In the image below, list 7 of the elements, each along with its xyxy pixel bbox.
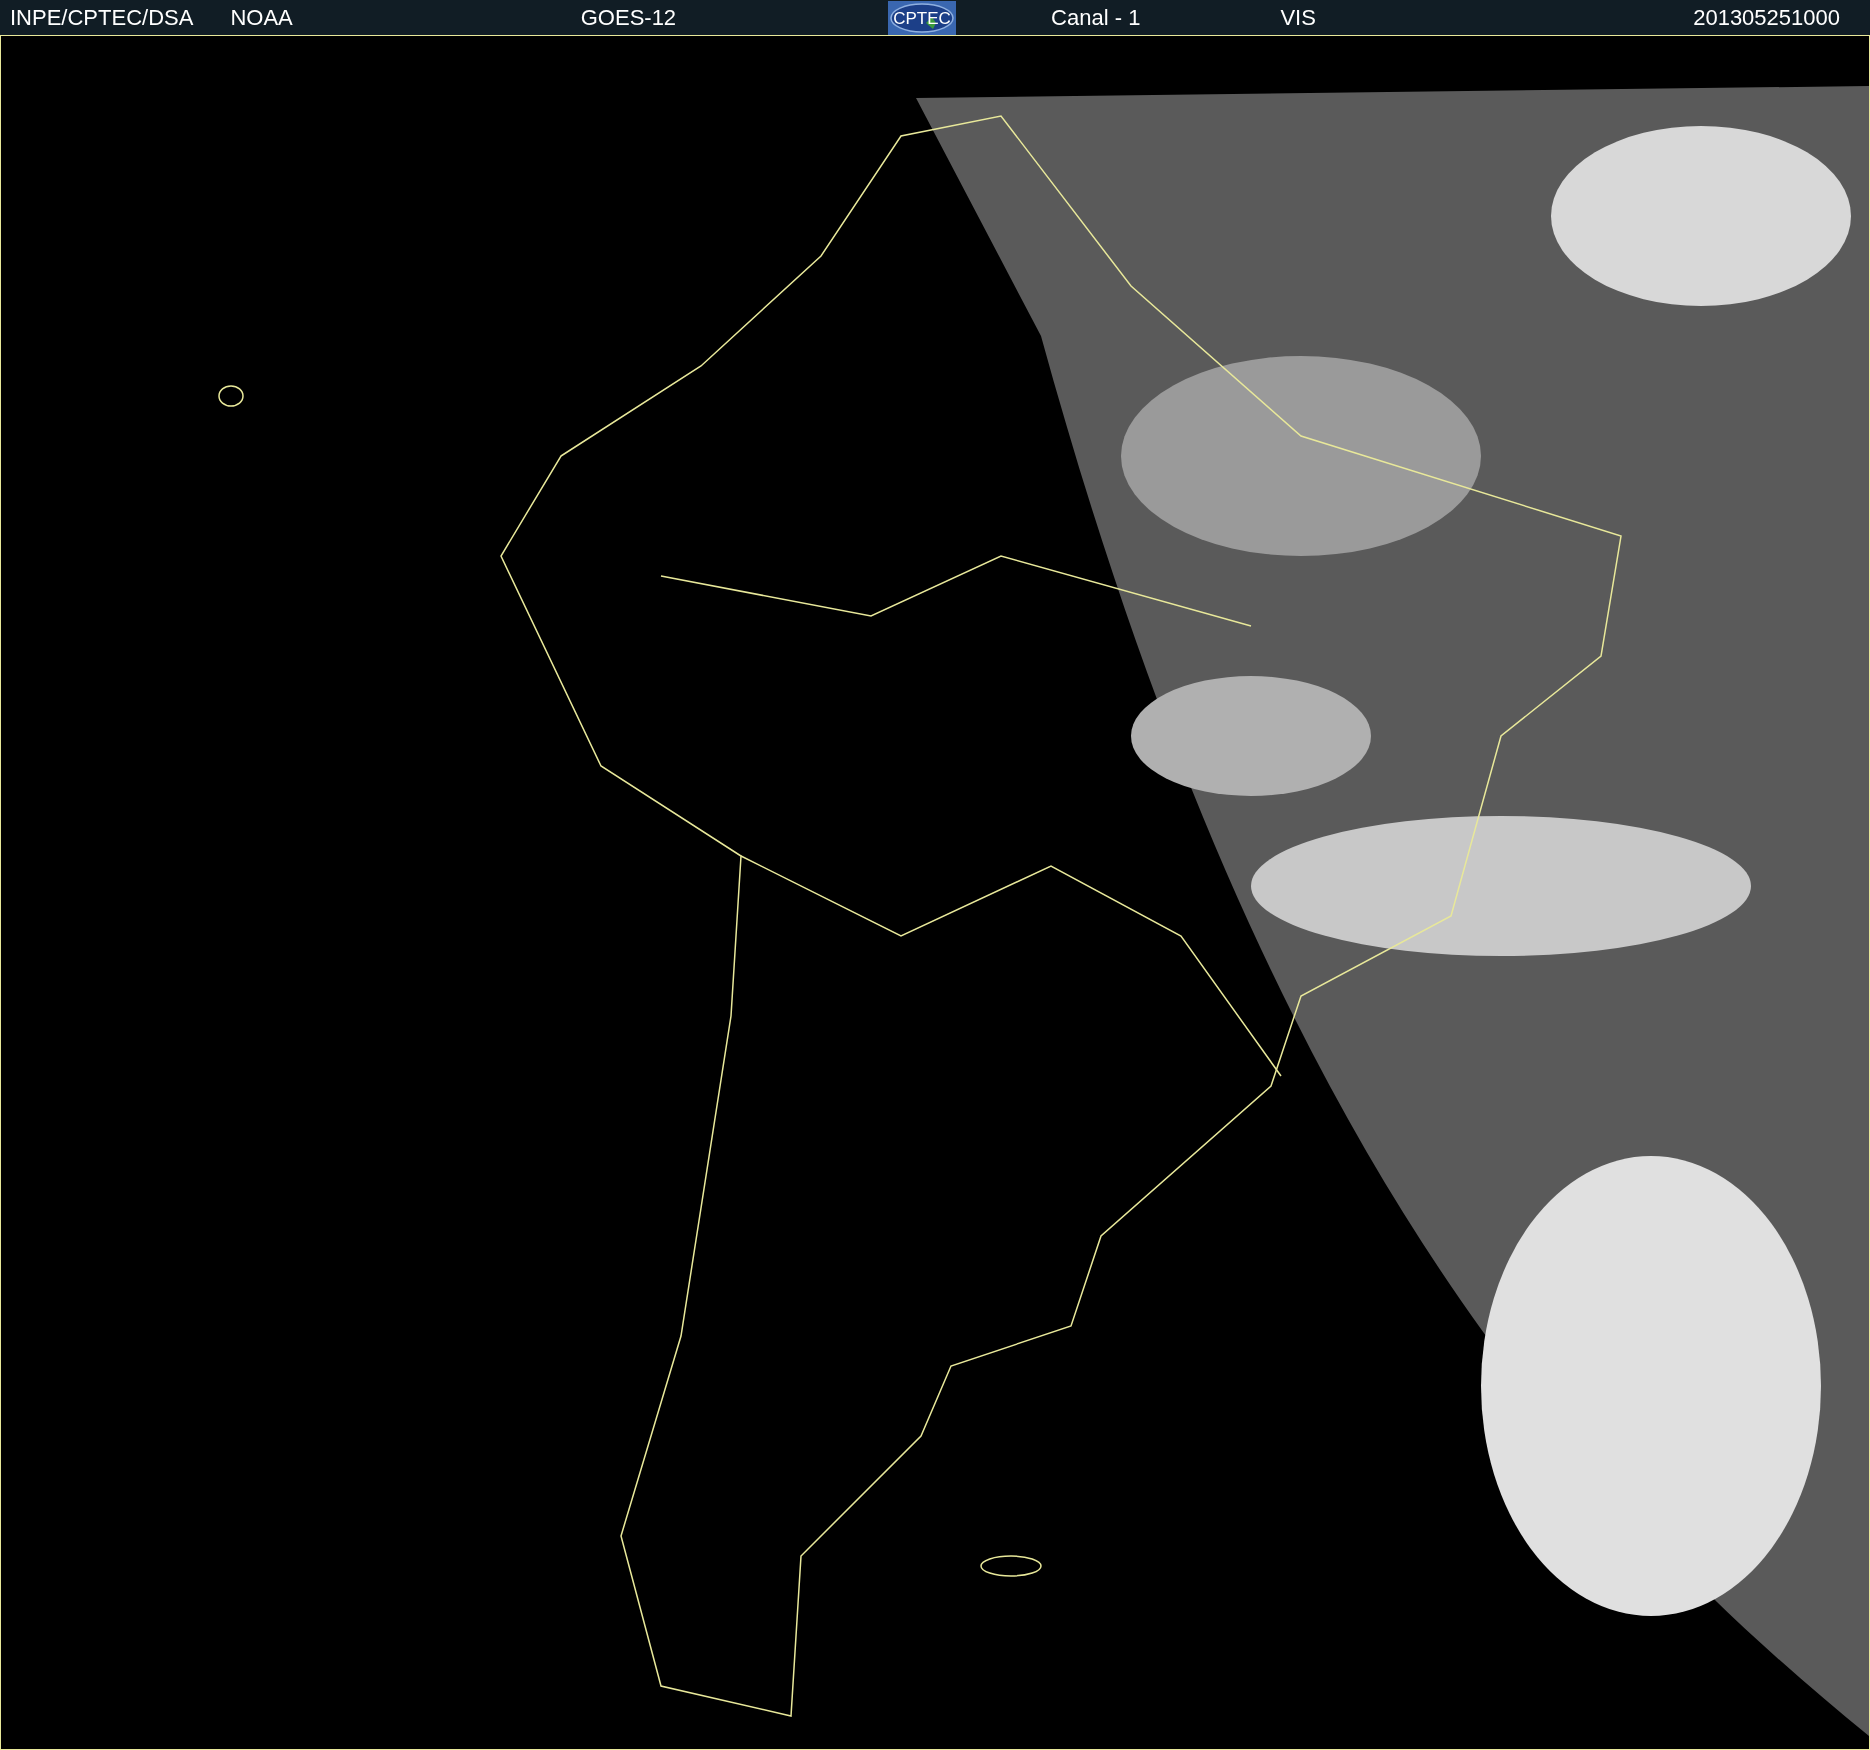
timestamp-label: 201305251000 <box>1693 4 1840 31</box>
agency-label: NOAA <box>230 4 293 31</box>
logo: CPTEC <box>888 0 957 35</box>
source-label: INPE/CPTEC/DSA <box>10 4 194 31</box>
channel-label: Canal - 1 <box>1051 4 1141 31</box>
band-label: VIS <box>1280 4 1316 31</box>
satellite-label: GOES-12 <box>580 4 677 31</box>
